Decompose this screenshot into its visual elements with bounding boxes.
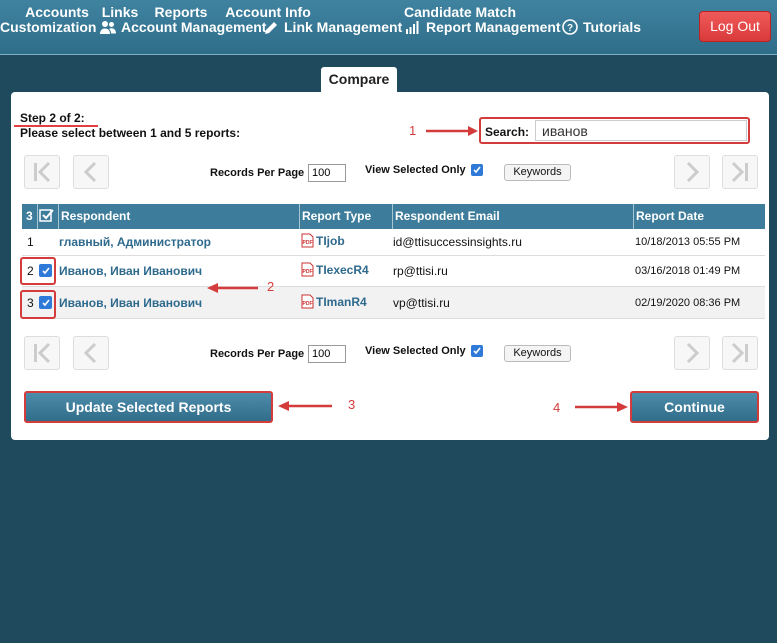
check-icon xyxy=(473,166,481,174)
pdf-icon: PDF xyxy=(301,262,314,277)
tab-account-info[interactable]: Account Info xyxy=(220,0,316,25)
header-selected-count: 3 xyxy=(26,209,33,223)
report-type-label: TIjob xyxy=(316,233,345,248)
search-input[interactable] xyxy=(535,120,747,141)
step-title: Step 2 of 2: xyxy=(20,111,85,125)
first-page-button[interactable] xyxy=(24,336,60,370)
view-selected-only-label: View Selected Only xyxy=(365,345,466,357)
next-page-button[interactable] xyxy=(674,155,710,189)
annotation-number: 3 xyxy=(348,397,356,412)
report-type-link[interactable]: PDF TImanR4 xyxy=(301,294,367,309)
last-page-button[interactable] xyxy=(722,336,758,370)
report-type-link[interactable]: PDF TIjob xyxy=(301,233,345,248)
annotation-arrow xyxy=(575,402,628,412)
continue-button[interactable]: Continue xyxy=(630,391,759,423)
header-divider xyxy=(299,204,300,229)
search-label: Search: xyxy=(485,125,530,139)
checkbox-checked-icon xyxy=(39,209,54,222)
header-respondent[interactable]: Respondent xyxy=(61,209,130,223)
report-date: 03/16/2018 01:49 PM xyxy=(635,265,741,277)
tab-reports[interactable]: Reports xyxy=(148,0,214,25)
first-page-button[interactable] xyxy=(24,155,60,189)
header-divider xyxy=(392,204,393,229)
svg-text:PDF: PDF xyxy=(303,269,313,275)
header-date[interactable]: Report Date xyxy=(636,209,704,223)
header-email[interactable]: Respondent Email xyxy=(395,209,500,223)
view-selected-only-checkbox[interactable] xyxy=(471,164,483,176)
respondent-email: id@ttisuccessinsights.ru xyxy=(393,235,522,249)
first-page-icon xyxy=(34,342,51,364)
step-instruction: Please select between 1 and 5 reports: xyxy=(20,126,241,140)
respondent-email: vp@ttisi.ru xyxy=(393,296,450,310)
annotation-number: 2 xyxy=(267,279,275,294)
records-per-page-label: Records Per Page xyxy=(210,167,305,179)
tab-accounts[interactable]: Accounts xyxy=(18,0,96,25)
respondent-email: rp@ttisi.ru xyxy=(393,264,448,278)
update-selected-reports-button[interactable]: Update Selected Reports xyxy=(24,391,273,423)
view-selected-only-label: View Selected Only xyxy=(365,164,466,176)
records-per-page-input[interactable] xyxy=(308,345,346,363)
logout-button[interactable]: Log Out xyxy=(699,11,771,42)
report-date: 02/19/2020 08:36 PM xyxy=(635,297,741,309)
annotation-arrow xyxy=(278,401,332,411)
svg-text:?: ? xyxy=(567,23,573,34)
records-per-page-input[interactable] xyxy=(308,164,346,182)
header-divider xyxy=(37,204,38,229)
keywords-button[interactable]: Keywords xyxy=(504,345,571,362)
check-icon xyxy=(473,347,481,355)
chevron-right-icon xyxy=(686,161,700,183)
header-select-all-checkbox[interactable] xyxy=(39,208,55,229)
report-type-label: TIexecR4 xyxy=(316,262,369,277)
pdf-icon: PDF xyxy=(301,294,314,309)
last-page-button[interactable] xyxy=(722,155,758,189)
records-per-page-label: Records Per Page xyxy=(210,348,305,360)
first-page-icon xyxy=(34,161,51,183)
report-date: 10/18/2013 05:55 PM xyxy=(635,236,741,248)
tab-compare[interactable]: Compare xyxy=(321,67,397,92)
header-divider xyxy=(633,204,634,229)
keywords-button[interactable]: Keywords xyxy=(504,164,571,181)
next-page-button[interactable] xyxy=(674,336,710,370)
annotation-arrow xyxy=(207,283,258,293)
chevron-left-icon xyxy=(83,161,97,183)
checkbox-highlight-box xyxy=(20,257,56,285)
checkbox-highlight-box xyxy=(20,290,56,319)
nav-tutorials-label: Tutorials xyxy=(583,19,642,35)
annotation-arrow xyxy=(426,126,478,136)
respondent-link[interactable]: Иванов, Иван Иванович xyxy=(59,264,202,278)
annotation-number: 4 xyxy=(553,400,561,415)
prev-page-button[interactable] xyxy=(73,155,109,189)
row-index: 1 xyxy=(27,235,34,249)
tab-links[interactable]: Links xyxy=(96,0,144,25)
respondent-link[interactable]: главный, Администратор xyxy=(59,235,211,249)
report-type-label: TImanR4 xyxy=(316,294,367,309)
pdf-icon: PDF xyxy=(301,233,314,248)
last-page-icon xyxy=(731,161,748,183)
chevron-left-icon xyxy=(83,342,97,364)
report-type-link[interactable]: PDF TIexecR4 xyxy=(301,262,369,277)
chevron-right-icon xyxy=(686,342,700,364)
header-divider xyxy=(58,204,59,229)
last-page-icon xyxy=(731,342,748,364)
help-icon: ? xyxy=(562,19,578,35)
annotation-number: 1 xyxy=(409,123,417,138)
svg-text:PDF: PDF xyxy=(303,301,313,307)
svg-text:PDF: PDF xyxy=(303,240,313,246)
nav-tutorials[interactable]: ? Tutorials xyxy=(562,19,641,35)
tab-candidate-match[interactable]: Candidate Match xyxy=(400,0,520,25)
prev-page-button[interactable] xyxy=(73,336,109,370)
respondent-link[interactable]: Иванов, Иван Иванович xyxy=(59,296,202,310)
view-selected-only-checkbox[interactable] xyxy=(471,345,483,357)
header-report-type[interactable]: Report Type xyxy=(302,209,371,223)
